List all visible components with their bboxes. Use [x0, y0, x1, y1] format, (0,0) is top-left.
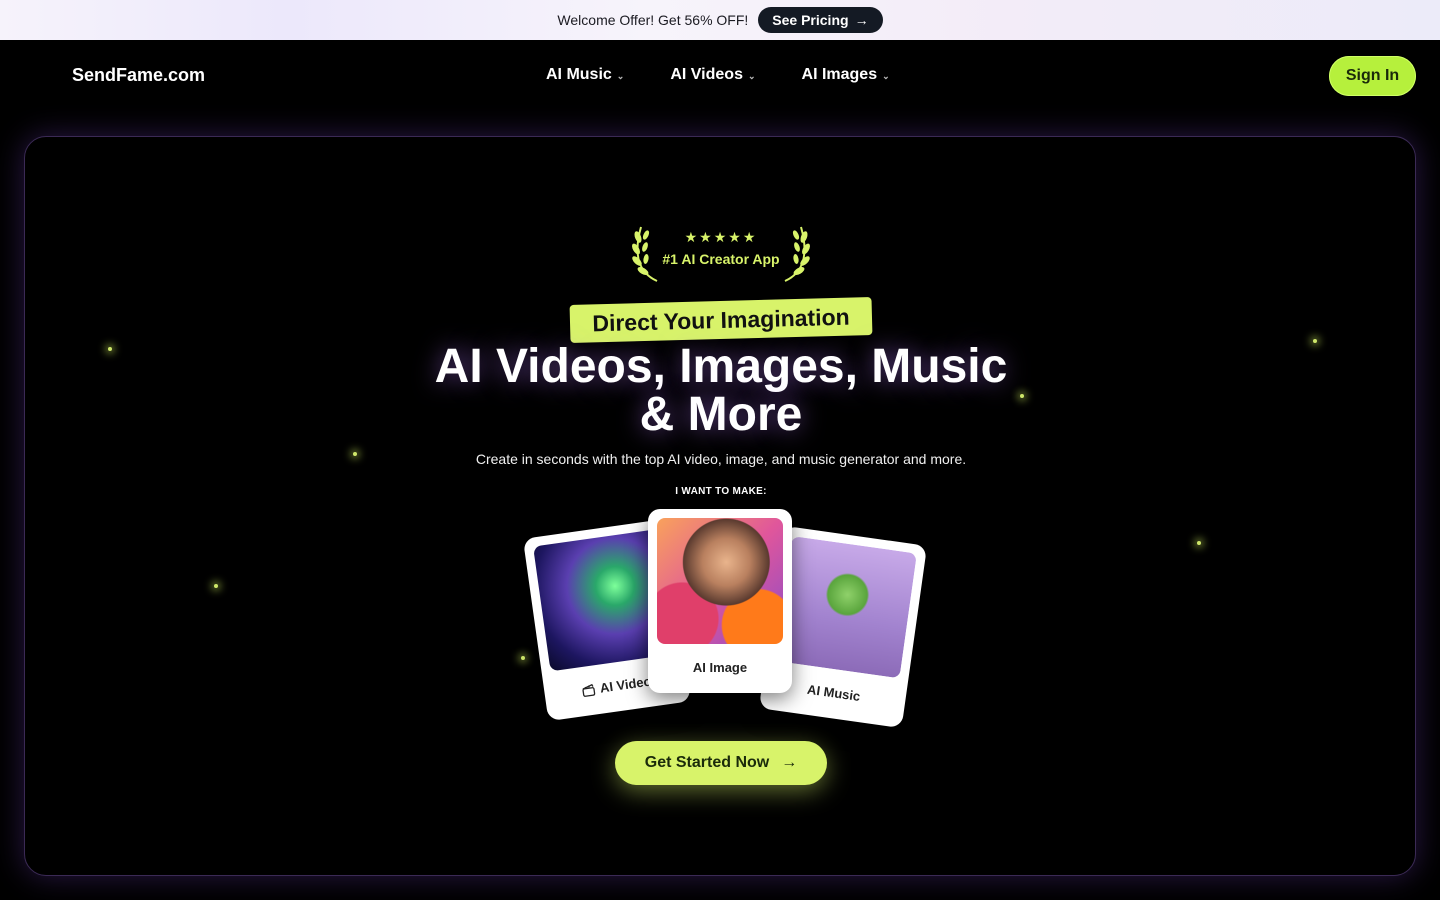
menu-item-ai-images[interactable]: AI Images ⌄: [802, 66, 890, 84]
hero-subtitle: Create in seconds with the top AI video,…: [475, 451, 967, 467]
top-navigation: SendFame.com AI Music ⌄ AI Videos ⌄ AI I…: [0, 40, 1440, 112]
see-pricing-label: See Pricing: [772, 12, 849, 28]
sparkle-dot: [108, 347, 112, 351]
promo-text: Welcome Offer! Get 56% OFF!: [557, 12, 749, 28]
menu-item-ai-videos[interactable]: AI Videos ⌄: [670, 66, 755, 84]
sparkle-dot: [353, 452, 357, 456]
headline-line-1: AI Videos, Images, Music: [434, 340, 1008, 393]
get-started-label: Get Started Now: [644, 754, 770, 771]
logo[interactable]: SendFame.com: [72, 65, 205, 86]
main-menu: AI Music ⌄ AI Videos ⌄ AI Images ⌄: [546, 66, 890, 84]
menu-item-label: AI Videos: [670, 66, 743, 83]
sparkle-dot: [1197, 541, 1201, 545]
headline-line-2: & More: [639, 388, 803, 441]
make-label: I WANT TO MAKE:: [675, 486, 767, 497]
arrow-right-icon: →: [854, 12, 869, 28]
sparkle-dot: [214, 584, 218, 588]
award-badge: ★★★★★ #1 AI Creator App: [631, 223, 811, 283]
page-title: AI Videos, Images, Music & More: [395, 343, 1047, 439]
arrow-right-icon: →: [781, 754, 798, 771]
menu-item-ai-music[interactable]: AI Music ⌄: [546, 66, 624, 84]
card-label: AI Image: [648, 660, 792, 675]
card-label-text: AI Image: [692, 660, 748, 675]
tagline: Direct Your Imagination: [569, 297, 873, 343]
clapperboard-icon: [581, 683, 595, 697]
laurel-right-icon: [784, 226, 810, 282]
hero-section: ★★★★★ #1 AI Creator App Direct Your Imag…: [24, 136, 1416, 876]
sign-in-button[interactable]: Sign In: [1329, 56, 1416, 96]
card-ai-image[interactable]: AI Image: [648, 509, 792, 693]
sparkle-dot: [521, 656, 525, 660]
card-label-text: AI Music: [806, 681, 862, 705]
ai-image-thumbnail: [657, 518, 783, 644]
card-label-text: AI Video: [598, 673, 653, 696]
sparkle-dot: [1313, 339, 1317, 343]
menu-item-label: AI Images: [801, 66, 878, 83]
get-started-button[interactable]: Get Started Now →: [615, 741, 827, 785]
see-pricing-button[interactable]: See Pricing →: [758, 7, 883, 33]
ai-music-thumbnail: [774, 536, 917, 679]
menu-item-label: AI Music: [546, 66, 612, 83]
chevron-down-icon: ⌄: [882, 71, 890, 81]
chevron-down-icon: ⌄: [616, 71, 625, 81]
promo-banner: Welcome Offer! Get 56% OFF! See Pricing …: [0, 0, 1440, 40]
chevron-down-icon: ⌄: [747, 71, 756, 81]
